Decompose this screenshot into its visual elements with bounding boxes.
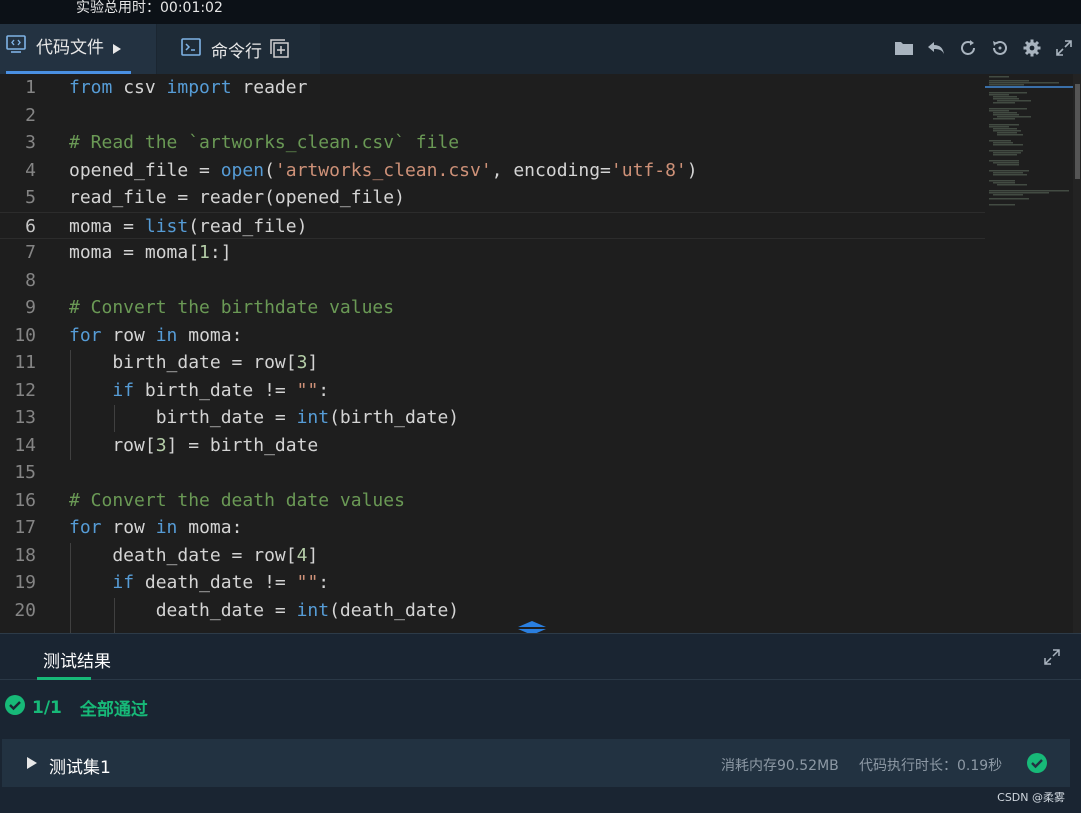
code-line[interactable]: 20 death_date = int(death_date) xyxy=(0,597,985,625)
test-set-row[interactable]: 测试集1 消耗内存90.52MB 代码执行时长：0.19秒 xyxy=(2,739,1070,787)
tab-test-results[interactable]: 测试结果 xyxy=(43,647,111,672)
expand-arrow-icon[interactable] xyxy=(26,755,38,774)
test-passed-icon xyxy=(1026,752,1048,778)
tab-code-file[interactable]: 代码文件 xyxy=(0,24,156,74)
line-number: 9 xyxy=(25,297,36,318)
results-summary: 1/1 全部通过 xyxy=(4,694,148,721)
line-number: 10 xyxy=(14,324,36,346)
code-text: for row in moma: xyxy=(69,324,243,346)
line-number: 18 xyxy=(14,544,36,566)
code-line[interactable]: 17 for row in moma: xyxy=(0,514,985,542)
line-number: 14 xyxy=(14,434,36,456)
test-set-name: 测试集1 xyxy=(49,758,111,778)
refresh-icon[interactable] xyxy=(957,36,979,60)
code-line[interactable]: 9 # Convert the birthdate values xyxy=(0,294,985,322)
folder-icon[interactable] xyxy=(893,36,915,60)
terminal-icon xyxy=(181,37,201,61)
code-text: opened_file = open('artworks_clean.csv',… xyxy=(69,159,698,181)
undo-icon[interactable] xyxy=(925,36,947,60)
timer-bar: 实验总用时：00:01:02 xyxy=(0,0,1081,24)
code-text: death_date = row[4] xyxy=(69,544,319,566)
check-circle-icon xyxy=(4,694,26,721)
code-text: moma = list(read_file) xyxy=(69,215,308,237)
execution-time: 代码执行时长：0.19秒 xyxy=(859,758,1003,774)
code-line[interactable]: 15 xyxy=(0,459,985,487)
settings-icon[interactable] xyxy=(1021,36,1043,60)
line-number: 5 xyxy=(25,187,36,208)
code-text: moma = moma[1:] xyxy=(69,242,232,263)
code-text: if death_date != "": xyxy=(112,572,330,593)
code-line[interactable]: 14 row[3] = birth_date xyxy=(0,432,985,460)
code-text: row[3] = birth_date xyxy=(69,434,319,456)
code-line[interactable]: 3 # Read the `artworks_clean.csv` file xyxy=(0,129,985,157)
code-text: birth_date = row[3] xyxy=(69,352,319,373)
line-number: 11 xyxy=(14,352,36,373)
code-line[interactable]: 11 birth_date = row[3] xyxy=(0,349,985,377)
line-number: 6 xyxy=(25,215,36,237)
elapsed-time: 实验总用时：00:01:02 xyxy=(76,0,223,16)
code-line[interactable]: 1 from csv import reader xyxy=(0,74,985,102)
editor-toolbar xyxy=(893,36,1075,60)
line-number: 3 xyxy=(25,132,36,153)
line-number: 19 xyxy=(14,572,36,593)
code-text: # Convert the death date values xyxy=(69,489,405,511)
tab-command-line-label: 命令行 xyxy=(211,41,262,62)
line-number: 12 xyxy=(14,379,36,401)
editor-scrollbar-thumb[interactable] xyxy=(1075,84,1080,179)
code-line[interactable]: 13 birth_date = int(birth_date) xyxy=(0,404,985,432)
history-icon[interactable] xyxy=(989,36,1011,60)
line-number: 1 xyxy=(25,77,36,98)
code-text: read_file = reader(opened_file) xyxy=(69,187,405,208)
code-text: # Convert the birthdate values xyxy=(69,297,395,318)
test-results-panel: 测试结果 1/1 全部通过 测试集1 消耗内存90.52MB 代码执行时长：0.… xyxy=(0,633,1081,813)
tab-command-line[interactable]: 命令行 xyxy=(157,24,320,74)
code-line[interactable]: 8 xyxy=(0,267,985,295)
line-number: 16 xyxy=(14,489,36,511)
code-line[interactable]: 5 read_file = reader(opened_file) xyxy=(0,184,985,212)
code-line[interactable]: 16 # Convert the death date values xyxy=(0,487,985,515)
fullscreen-icon[interactable] xyxy=(1053,36,1075,60)
caret-right-icon[interactable] xyxy=(112,43,122,55)
line-number: 20 xyxy=(14,599,36,621)
code-line[interactable]: 18 death_date = row[4] xyxy=(0,542,985,570)
code-editor[interactable]: 1 from csv import reader 2 3 # Read the `art… xyxy=(0,74,1081,633)
code-text: death_date = int(death_date) xyxy=(69,599,460,621)
code-line[interactable]: 7 moma = moma[1:] xyxy=(0,239,985,267)
pass-count: 1/1 xyxy=(32,697,62,718)
line-number: 2 xyxy=(25,104,36,126)
line-number: 15 xyxy=(14,462,36,483)
code-line[interactable]: 19 if death_date != "": xyxy=(0,569,985,597)
indent-guide xyxy=(70,543,71,633)
line-number: 7 xyxy=(25,242,36,263)
code-minimap[interactable] xyxy=(985,74,1073,254)
code-text: if birth_date != "": xyxy=(112,379,330,401)
code-text: # Read the `artworks_clean.csv` file xyxy=(69,132,460,153)
expand-icon[interactable] xyxy=(1043,648,1061,670)
line-number: 4 xyxy=(25,159,36,181)
code-line[interactable]: 4 opened_file = open('artworks_clean.csv'… xyxy=(0,157,985,185)
line-number: 17 xyxy=(14,517,36,538)
results-tab-indicator xyxy=(37,677,91,680)
indent-guide xyxy=(70,350,71,460)
indent-guide xyxy=(114,598,115,633)
tab-bar: 代码文件 命令行 xyxy=(0,24,1081,74)
code-line[interactable]: 2 xyxy=(0,102,985,130)
code-line[interactable]: 10 for row in moma: xyxy=(0,322,985,350)
line-number: 8 xyxy=(25,269,36,291)
watermark: CSDN @柔雾 xyxy=(997,791,1065,804)
line-number: 13 xyxy=(14,407,36,428)
tab-code-file-label: 代码文件 xyxy=(36,38,104,59)
results-header: 测试结果 xyxy=(0,634,1081,680)
add-terminal-icon[interactable] xyxy=(270,39,290,59)
indent-guide xyxy=(114,405,115,432)
memory-usage: 消耗内存90.52MB xyxy=(721,758,839,774)
code-text: for row in moma: xyxy=(69,517,243,538)
code-text: from csv import reader xyxy=(69,77,308,98)
code-text: birth_date = int(birth_date) xyxy=(69,407,460,428)
pass-status-text: 全部通过 xyxy=(79,700,148,720)
code-file-icon xyxy=(6,35,26,63)
code-line[interactable]: 6 moma = list(read_file) xyxy=(0,211,985,239)
code-line[interactable]: 12 if birth_date != "": xyxy=(0,377,985,405)
